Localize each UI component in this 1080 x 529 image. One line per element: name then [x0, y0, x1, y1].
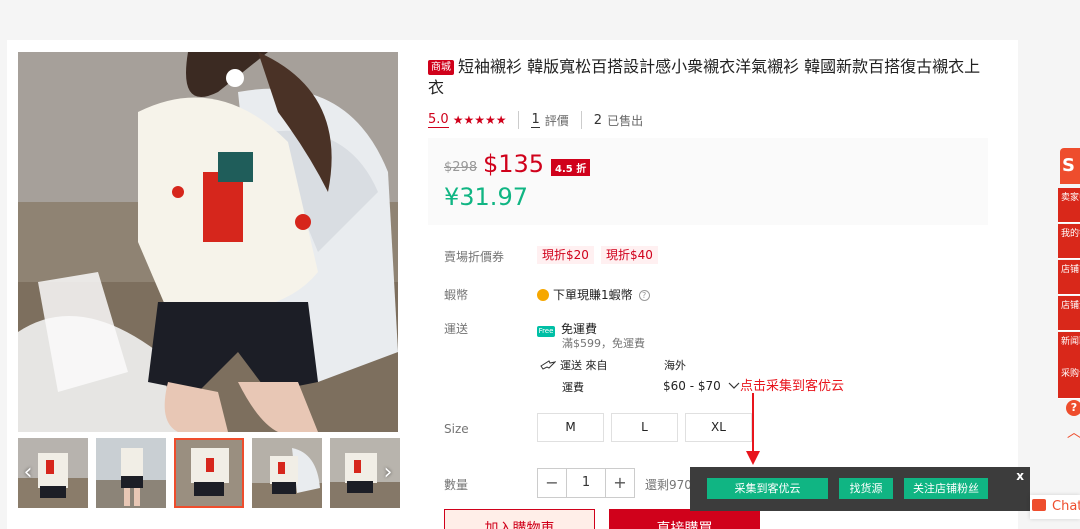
current-price: $135: [483, 150, 545, 178]
ship-from-row: 運送 來自: [540, 357, 608, 373]
collector-plugin-bar: 采集到客优云 找货源 关注店铺粉丝 x: [690, 467, 1030, 511]
follow-shop-button[interactable]: 关注店铺粉丝: [904, 478, 988, 499]
close-icon[interactable]: x: [1016, 469, 1024, 483]
add-to-cart-button[interactable]: 加入購物車: [444, 509, 595, 529]
thumbnail-strip: ‹ ›: [18, 438, 400, 510]
discount-badge: 4.5 折: [551, 159, 591, 176]
sidebar-tab-chat-news[interactable]: 新闻聊聊: [1058, 332, 1080, 367]
chat-label: Chat: [1052, 499, 1080, 514]
sidebar-tab-seller-center[interactable]: 卖家中心: [1058, 188, 1080, 223]
annotation-text: 点击采集到客优云: [740, 379, 845, 394]
free-shipping-title: 免運費: [561, 322, 598, 336]
size-option-xl[interactable]: XL: [685, 413, 752, 442]
free-shipping-condition: 滿$599，免運費: [562, 337, 645, 350]
sidebar-tab-orders[interactable]: 采购订单: [1058, 364, 1080, 399]
sold-count: 2: [593, 112, 603, 128]
coin-icon: [537, 289, 549, 301]
quantity-increment-button[interactable]: +: [606, 469, 634, 497]
thumbnail-4[interactable]: [252, 438, 322, 508]
help-circle-icon[interactable]: ?: [1066, 400, 1080, 416]
scroll-up-icon[interactable]: ︿: [1067, 422, 1080, 442]
chat-icon: [1032, 499, 1046, 511]
divider: [518, 111, 520, 129]
cny-price: ¥31.97: [444, 183, 528, 211]
help-icon[interactable]: ?: [638, 290, 650, 301]
thumbnail-next-icon[interactable]: ›: [378, 458, 398, 488]
product-title-text: 短袖襯衫 韓版寬松百搭設計感小衆襯衣洋氣襯衫 韓國新款百搭復古襯衣上衣: [428, 57, 981, 97]
ship-fee-label: 運費: [562, 381, 584, 394]
rating-stars-icon: ★★★★★: [452, 113, 507, 127]
product-main-image[interactable]: [18, 52, 398, 432]
product-title: 商城 短袖襯衫 韓版寬松百搭設計感小衆襯衣洋氣襯衫 韓國新款百搭復古襯衣上衣: [428, 56, 988, 98]
voucher-chip-40[interactable]: 現折$40: [601, 246, 658, 264]
ship-fee-value: $60 - $70: [663, 379, 721, 393]
quantity-input[interactable]: 1: [566, 469, 606, 497]
shopee-bag-icon[interactable]: S: [1060, 148, 1080, 184]
shipping-label: 運送: [444, 322, 469, 336]
coins-label: 蝦幣: [444, 288, 469, 302]
collect-button[interactable]: 采集到客优云: [707, 478, 828, 499]
ship-from-label: 運送 來自: [560, 359, 608, 372]
buy-now-button[interactable]: 直接購買: [609, 509, 760, 529]
thumbnail-3[interactable]: [174, 438, 244, 508]
divider: [580, 111, 582, 129]
reviews-count[interactable]: 1: [531, 112, 540, 128]
thumbnail-prev-icon[interactable]: ‹: [18, 458, 38, 488]
size-option-l[interactable]: L: [611, 413, 678, 442]
size-option-m[interactable]: M: [537, 413, 604, 442]
annotation-arrow-head: [746, 451, 760, 465]
size-label: Size: [444, 422, 469, 436]
sidebar-tab-sales[interactable]: 我的销售: [1058, 224, 1080, 259]
coins-text: 下單現賺1蝦幣: [553, 288, 633, 302]
original-price: $298: [444, 160, 478, 175]
chat-button[interactable]: Chat: [1030, 495, 1080, 519]
quantity-decrement-button[interactable]: −: [538, 469, 566, 497]
mall-badge: 商城: [428, 60, 454, 75]
sold-label: 已售出: [607, 113, 644, 128]
rating-row: 5.0 ★★★★★ 1 評價 2 已售出: [428, 111, 643, 129]
chevron-down-icon: [728, 382, 740, 389]
coins-row: 下單現賺1蝦幣?: [537, 286, 650, 303]
voucher-chip-20[interactable]: 現折$20: [537, 246, 594, 264]
sidebar-tab-storefront[interactable]: 店铺前台: [1058, 260, 1080, 295]
truck-icon: [540, 360, 557, 370]
quantity-label: 數量: [444, 478, 469, 492]
quantity-stepper: − 1 +: [537, 468, 635, 498]
ship-from-value: 海外: [664, 359, 686, 372]
price-box: $298 $135 4.5 折 ¥31.97: [428, 138, 988, 225]
annotation-arrow: [752, 393, 754, 453]
thumbnail-2[interactable]: [96, 438, 166, 508]
vouchers-label: 賣場折價券: [444, 250, 505, 264]
reviews-label: 評價: [544, 113, 569, 128]
rating-value[interactable]: 5.0: [428, 112, 449, 128]
sidebar-tab-store-list[interactable]: 店铺清单: [1058, 296, 1080, 331]
free-shipping-icon: Free: [537, 326, 555, 337]
ship-fee-dropdown[interactable]: $60 - $70: [663, 379, 740, 393]
find-source-button[interactable]: 找货源: [839, 478, 893, 499]
